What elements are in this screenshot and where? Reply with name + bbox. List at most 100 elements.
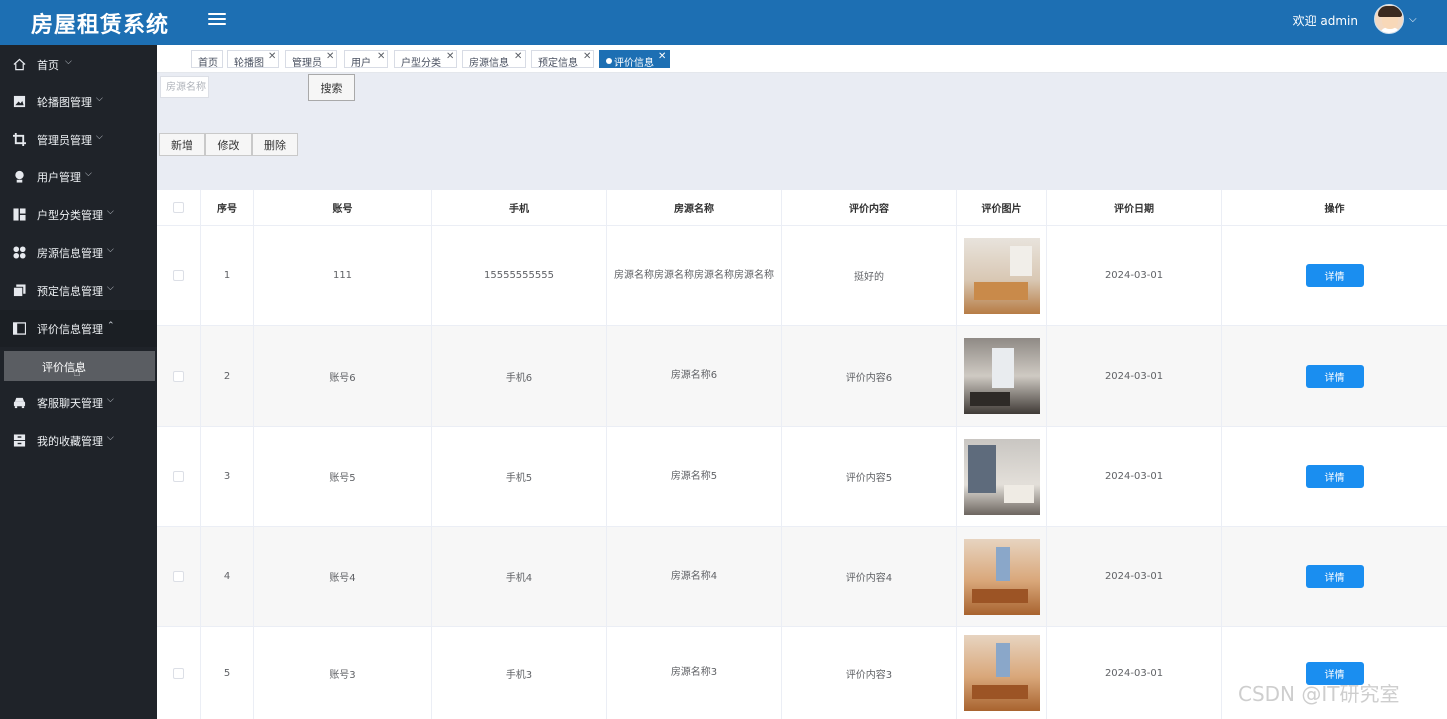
detail-button[interactable]: 详情 (1305, 364, 1364, 388)
phone-cell: 手机4 (432, 527, 607, 626)
edit-button[interactable]: 修改 (205, 133, 252, 156)
tab-house-type[interactable]: 户型分类 ✕ (394, 50, 457, 69)
column-header: 操作 (1324, 204, 1345, 215)
app-title: 房屋租赁系统 (31, 13, 170, 38)
tab-carousel[interactable]: 轮播图 ✕ (227, 50, 279, 69)
date-cell: 2024-03-01 (1047, 527, 1222, 626)
detail-button[interactable]: 详情 (1305, 465, 1364, 488)
add-button[interactable]: 新增 (159, 133, 205, 156)
close-icon[interactable]: ✕ (326, 51, 334, 62)
tab-users[interactable]: 用户 ✕ (344, 50, 388, 69)
date-cell: 2024-03-01 (1047, 427, 1222, 526)
search-input[interactable] (160, 76, 209, 98)
active-dot-icon (606, 58, 612, 64)
row-checkbox[interactable] (173, 571, 184, 582)
sidebar-item-carousel[interactable]: 轮播图管理 ⌵ (0, 83, 157, 120)
sidebar-item-favorites[interactable]: 我的收藏管理 ⌵ (0, 422, 157, 459)
detail-button[interactable]: 详情 (1305, 565, 1364, 588)
review-image[interactable] (963, 438, 1040, 515)
avatar[interactable] (1374, 4, 1404, 34)
tab-reviews[interactable]: 评价信息 ✕ (599, 50, 670, 69)
welcome-text: 欢迎 admin (1292, 14, 1358, 28)
sidebar-item-house-info[interactable]: 房源信息管理 ⌵ (0, 234, 157, 271)
content-cell: 挺好的 (782, 226, 957, 325)
sidebar-item-label: 预定信息管理 (37, 285, 103, 298)
sidebar-item-users[interactable]: 用户管理 ⌵ (0, 158, 157, 195)
account-cell: 账号5 (254, 427, 432, 526)
search-button[interactable]: 搜索 (308, 74, 355, 101)
chevron-down-icon: ⌵ (96, 132, 103, 142)
select-cell (157, 627, 201, 719)
close-icon[interactable]: ✕ (446, 51, 454, 62)
row-checkbox[interactable] (173, 270, 184, 281)
column-header: 评价内容 (782, 190, 957, 225)
select-cell (157, 427, 201, 526)
no-cell: 1 (201, 226, 254, 325)
review-image[interactable] (963, 538, 1040, 615)
sidebar-item-reviews[interactable]: 评价信息管理 ⌃ (0, 310, 157, 347)
review-image[interactable] (963, 635, 1040, 711)
table-row: 1 111 15555555555 房源名称房源名称房源名称房源名称 挺好的 2… (157, 226, 1447, 326)
close-icon[interactable]: ✕ (658, 51, 666, 62)
sidebar-item-label: 轮播图管理 (37, 96, 92, 109)
tab-admin[interactable]: 管理员 ✕ (285, 50, 337, 69)
column-header: 评价图片 (957, 190, 1047, 225)
review-image[interactable] (963, 237, 1040, 314)
tab-label: 评价信息 (614, 58, 654, 69)
sidebar-item-label: 我的收藏管理 (37, 435, 103, 448)
no-cell: 4 (201, 527, 254, 626)
close-icon[interactable]: ✕ (268, 51, 276, 62)
tab-house-info[interactable]: 房源信息 ✕ (462, 50, 526, 69)
close-icon[interactable]: ✕ (377, 51, 385, 62)
date-cell: 2024-03-01 (1047, 226, 1222, 325)
tab-booking[interactable]: 预定信息 ✕ (531, 50, 594, 69)
hand-cursor-icon: ☝ (73, 365, 81, 380)
select-all-checkbox[interactable] (173, 202, 184, 213)
column-header: 账号 (254, 190, 432, 225)
review-image[interactable] (963, 338, 1040, 414)
sidebar-item-label: 评价信息管理 (37, 323, 103, 336)
picture-icon (13, 95, 26, 108)
close-icon[interactable]: ✕ (514, 51, 522, 62)
car-icon (13, 397, 26, 409)
tab-label: 房源信息 (469, 58, 509, 69)
chevron-down-icon: ⌵ (85, 169, 92, 179)
delete-button[interactable]: 删除 (252, 133, 298, 156)
tab-home[interactable]: 首页 (191, 50, 223, 69)
content-cell: 评价内容4 (782, 527, 957, 626)
sidebar-item-chat[interactable]: 客服聊天管理 ⌵ (0, 384, 157, 421)
chevron-down-icon: ⌵ (65, 57, 72, 67)
menu-toggle-icon[interactable] (208, 10, 226, 28)
detail-button[interactable]: 详情 (1305, 264, 1364, 287)
table-row: 3 账号5 手机5 房源名称5 评价内容5 2024-03-01 详情 (157, 427, 1447, 527)
phone-cell: 手机6 (432, 326, 607, 426)
sidebar-item-house-type[interactable]: 户型分类管理 ⌵ (0, 196, 157, 233)
apps-icon (13, 246, 26, 259)
sidebar-item-label: 户型分类管理 (37, 209, 103, 222)
select-all-cell (157, 190, 201, 225)
tabs-bar: 首页 轮播图 ✕ 管理员 ✕ 用户 ✕ 户型分类 ✕ 房源信息 ✕ 预定信息 ✕… (157, 45, 1447, 73)
row-checkbox[interactable] (173, 667, 184, 679)
tab-label: 管理员 (292, 58, 322, 69)
chevron-down-icon[interactable]: ⌵ (1409, 14, 1417, 25)
close-icon[interactable]: ✕ (583, 51, 591, 62)
no-cell: 2 (201, 326, 254, 426)
sidebar-item-booking[interactable]: 预定信息管理 ⌵ (0, 272, 157, 309)
sidebar-item-home[interactable]: 首页 ⌵ (0, 46, 157, 83)
sidebar-item-label: 首页 (37, 59, 59, 72)
chevron-down-icon: ⌵ (107, 245, 114, 255)
row-checkbox[interactable] (173, 471, 184, 482)
table-row: 4 账号4 手机4 房源名称4 评价内容4 2024-03-01 详情 (157, 527, 1447, 627)
house-name-text: 房源名称3 (670, 667, 718, 678)
select-cell (157, 527, 201, 626)
sidebar-item-admin[interactable]: 管理员管理 ⌵ (0, 121, 157, 158)
tab-label: 轮播图 (234, 58, 264, 69)
image-cell (957, 226, 1047, 325)
watermark: CSDN @IT研究室 (1238, 682, 1400, 706)
sidebar-item-label: 客服聊天管理 (37, 397, 103, 410)
chevron-up-icon: ⌃ (107, 321, 115, 331)
row-checkbox[interactable] (173, 370, 184, 382)
image-cell (957, 427, 1047, 526)
phone-cell: 手机3 (432, 627, 607, 719)
house-name-cell: 房源名称房源名称房源名称房源名称 (607, 226, 782, 325)
